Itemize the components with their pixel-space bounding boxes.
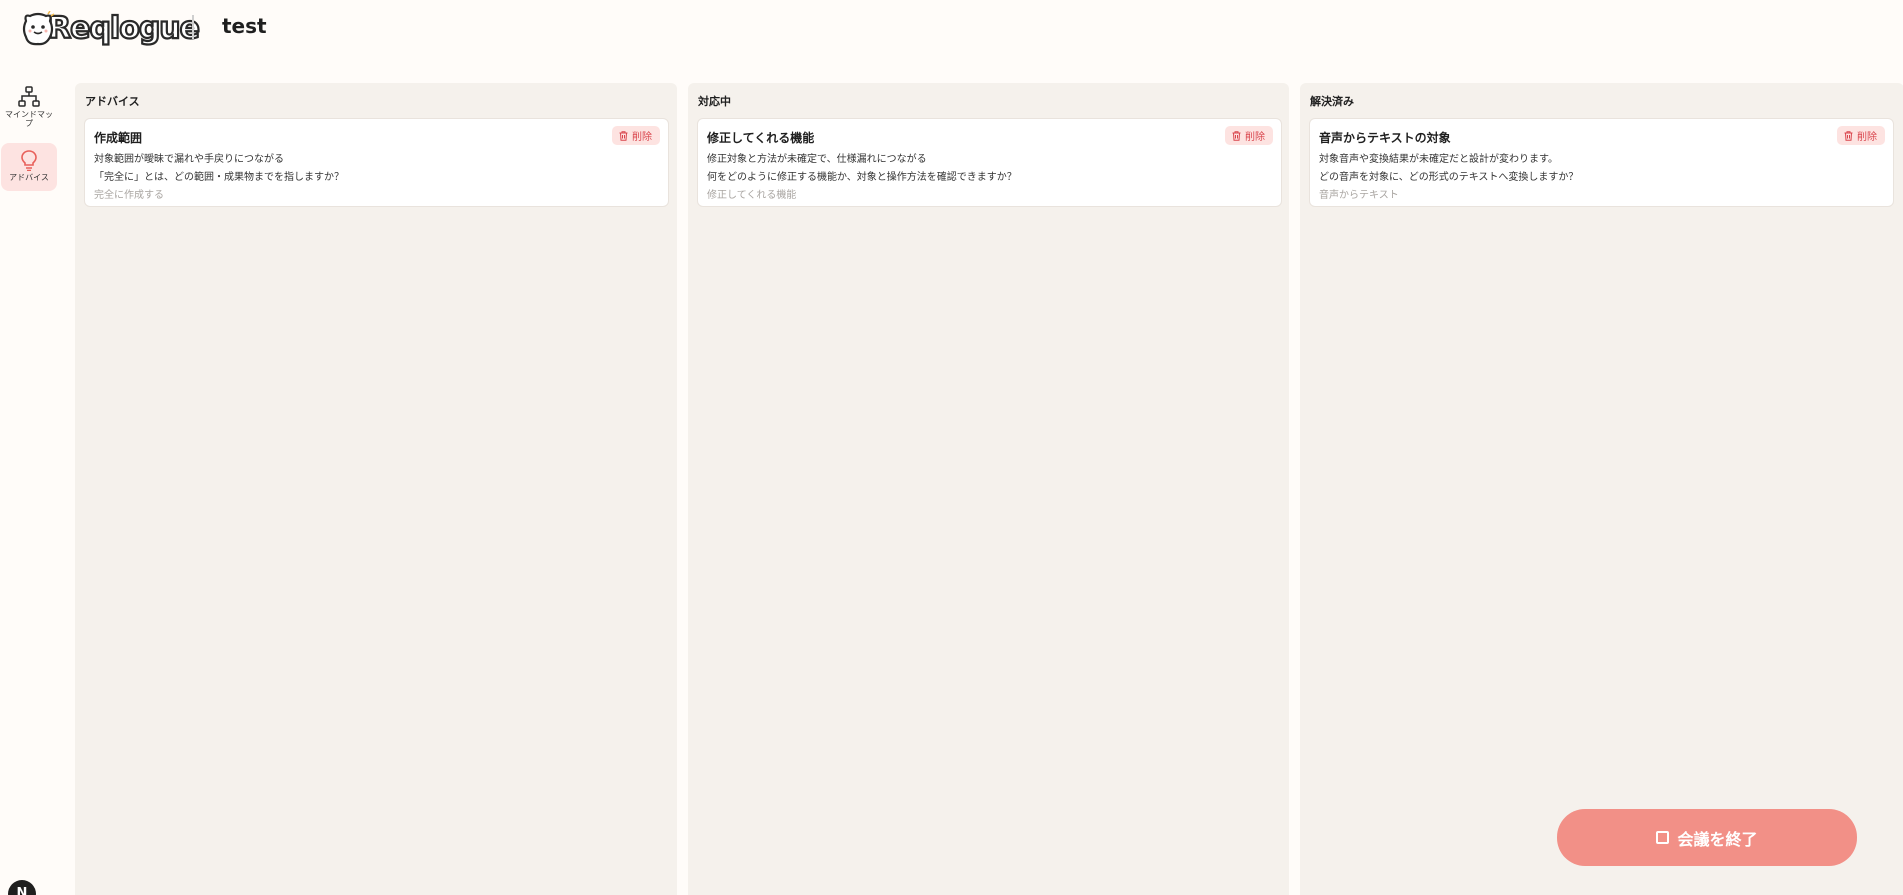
column-title: 対応中 (698, 95, 731, 108)
delete-label: 削除 (1857, 132, 1877, 143)
delete-button[interactable]: 削除 (1837, 126, 1885, 145)
mindmap-icon (18, 86, 40, 107)
card-question: 何をどのように修正する機能か、対象と操作方法を確認できますか？ (707, 172, 1017, 183)
column-advice: アドバイス 作成範囲 削除 対象範囲が曖昧で漏れや手戻りにつながる 「完全に」と… (75, 83, 677, 895)
card-issue: 対象範囲が曖昧で漏れや手戻りにつながる (94, 154, 284, 165)
card-source-text: 完全に作成する (94, 190, 164, 201)
advice-card[interactable]: 音声からテキストの対象 削除 対象音声や変換結果が未確定だと設計が変わります。 … (1309, 118, 1894, 207)
column-resolved: 解決済み 音声からテキストの対象 削除 対象音声や変換結果が未確定だと設計が変わ… (1300, 83, 1903, 895)
sidebar: マインドマップ アドバイス (0, 80, 58, 895)
header-divider (192, 15, 194, 39)
delete-label: 削除 (632, 132, 652, 143)
mascot-icon (22, 11, 55, 46)
end-meeting-label: 会議を終了 (1677, 829, 1758, 849)
card-title: 音声からテキストの対象 (1319, 131, 1451, 145)
lightbulb-icon (21, 150, 37, 171)
logo-text: Reqlogue (47, 11, 201, 46)
sidebar-item-advice[interactable]: アドバイス (1, 143, 57, 191)
sidebar-item-label: アドバイス (9, 173, 49, 182)
card-title: 修正してくれる機能 (707, 131, 815, 145)
card-source-text: 修正してくれる機能 (707, 190, 797, 201)
card-title: 作成範囲 (94, 131, 143, 145)
app-header: Reqlogue test (0, 0, 1903, 60)
trash-icon (1232, 130, 1241, 141)
column-title: アドバイス (85, 95, 140, 108)
card-issue: 修正対象と方法が未確定で、仕様漏れにつながる (707, 154, 927, 165)
card-question: どの音声を対象に、どの形式のテキストへ変換しますか？ (1319, 172, 1579, 183)
column-title: 解決済み (1310, 95, 1354, 108)
advice-card[interactable]: 修正してくれる機能 削除 修正対象と方法が未確定で、仕様漏れにつながる 何をどの… (697, 118, 1282, 207)
trash-icon (619, 130, 628, 141)
meeting-title: test (222, 14, 267, 38)
card-question: 「完全に」とは、どの範囲・成果物までを指しますか？ (94, 172, 344, 183)
card-source-text: 音声からテキスト (1319, 190, 1399, 201)
stop-icon (1656, 831, 1670, 844)
end-meeting-button[interactable]: 会議を終了 (1557, 809, 1857, 866)
delete-label: 削除 (1245, 132, 1265, 143)
app-logo[interactable]: Reqlogue (20, 6, 201, 52)
delete-button[interactable]: 削除 (1225, 126, 1273, 145)
advice-card[interactable]: 作成範囲 削除 対象範囲が曖昧で漏れや手戻りにつながる 「完全に」とは、どの範囲… (84, 118, 669, 207)
card-issue: 対象音声や変換結果が未確定だと設計が変わります。 (1319, 154, 1558, 165)
sidebar-item-label: マインドマップ (5, 110, 53, 128)
column-in-progress: 対応中 修正してくれる機能 削除 修正対象と方法が未確定で、仕様漏れにつながる … (688, 83, 1289, 895)
delete-button[interactable]: 削除 (612, 126, 660, 145)
trash-icon (1844, 130, 1853, 141)
sidebar-item-mindmap[interactable]: マインドマップ (0, 84, 58, 132)
